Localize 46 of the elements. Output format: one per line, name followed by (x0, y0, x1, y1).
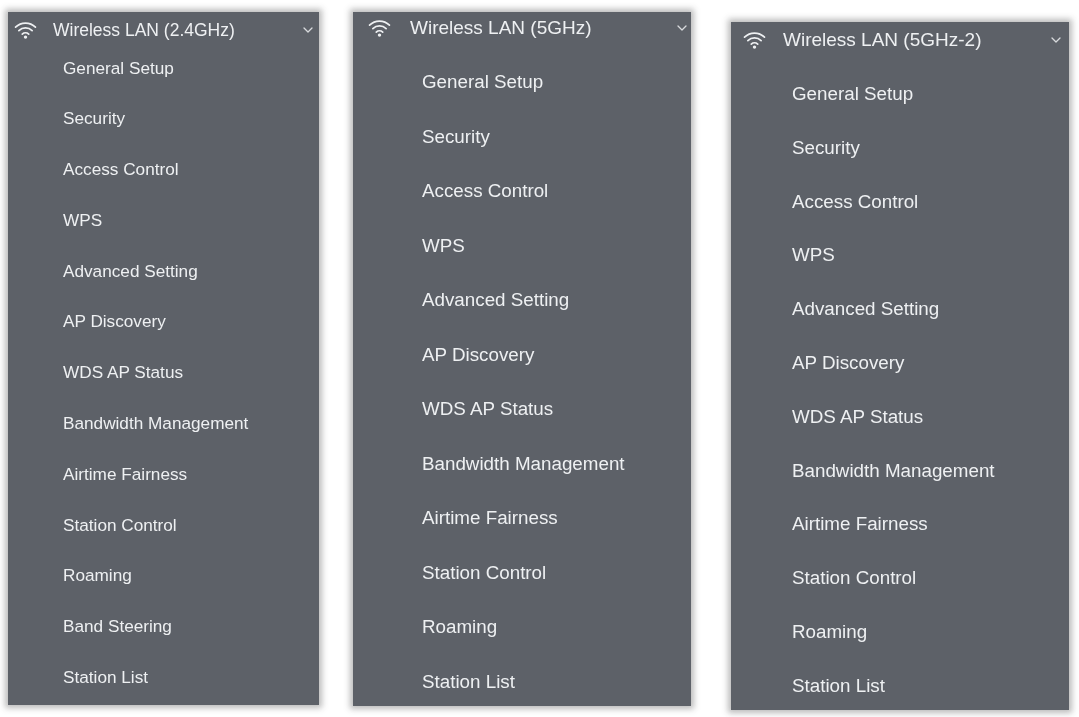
menu-item[interactable]: WPS (422, 230, 465, 261)
menu-item[interactable]: Band Steering (63, 611, 172, 642)
menu-item[interactable]: Roaming (792, 616, 868, 647)
wifi-icon (368, 19, 391, 37)
menu-item[interactable]: WDS AP Status (422, 394, 554, 424)
wifi-icon (743, 31, 766, 49)
menu-item[interactable]: Access Control (792, 186, 919, 217)
menu-item[interactable]: Roaming (63, 560, 132, 591)
menu-item[interactable]: Access Control (63, 154, 179, 185)
menu-item[interactable]: Access Control (422, 176, 549, 206)
menu-item[interactable]: Station Control (422, 557, 547, 588)
menu-item[interactable]: Bandwidth Management (792, 455, 995, 486)
menu-item[interactable]: Airtime Fairness (63, 459, 188, 490)
menu-item[interactable]: Bandwidth Management (63, 408, 249, 439)
menu-item[interactable]: General Setup (792, 79, 914, 109)
menu-item[interactable]: AP Discovery (422, 339, 535, 370)
menu-item[interactable]: General Setup (422, 67, 544, 97)
menu-item[interactable]: Station List (792, 670, 885, 701)
menu-item[interactable]: Airtime Fairness (422, 503, 558, 533)
menu-item[interactable]: General Setup (63, 53, 174, 83)
menu-item[interactable]: Airtime Fairness (792, 509, 928, 540)
menu-item[interactable]: Advanced Setting (422, 285, 570, 315)
chevron-icon[interactable] (677, 25, 687, 31)
menu-item[interactable]: Advanced Setting (63, 256, 198, 287)
menu-item[interactable]: Security (63, 103, 126, 134)
menu-item[interactable]: AP Discovery (792, 348, 905, 378)
wifi-icon (14, 21, 37, 39)
section-header[interactable]: Wireless LAN (5GHz) (353, 12, 691, 44)
menu-item[interactable]: WDS AP Status (792, 401, 924, 432)
menu-item[interactable]: WPS (63, 205, 103, 236)
menu-item[interactable]: Station Control (792, 563, 917, 594)
menu-item[interactable]: Bandwidth Management (422, 448, 625, 479)
menu-item[interactable]: Station List (422, 666, 515, 697)
menu-item[interactable]: AP Discovery (63, 307, 166, 337)
menu-item[interactable]: Security (792, 132, 860, 163)
menu-item[interactable]: Station List (63, 662, 149, 693)
menu-item[interactable]: Roaming (422, 612, 498, 642)
menu-item[interactable]: Station Control (63, 510, 177, 541)
menu-item[interactable]: Security (422, 121, 490, 152)
section-header[interactable]: Wireless LAN (2.4GHz) (8, 12, 319, 48)
menu-item[interactable]: WPS (792, 240, 835, 271)
menu-item[interactable]: WDS AP Status (63, 357, 184, 388)
menu-item[interactable]: Advanced Setting (792, 294, 940, 325)
chevron-icon[interactable] (1051, 37, 1061, 43)
chevron-icon[interactable] (303, 27, 313, 33)
section-header[interactable]: Wireless LAN (5GHz-2) (731, 22, 1069, 58)
